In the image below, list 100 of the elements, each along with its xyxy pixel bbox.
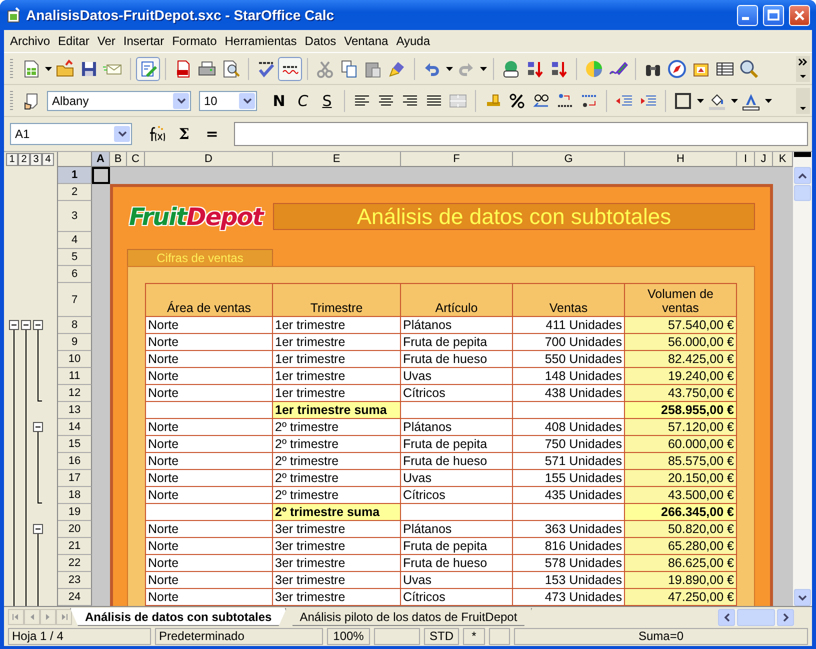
table-cell: Norte: [145, 572, 273, 589]
formula-button[interactable]: Σ: [172, 122, 196, 146]
menu-item[interactable]: Formato: [168, 34, 221, 48]
row-header[interactable]: 17: [58, 470, 92, 487]
menu-item[interactable]: Ver: [93, 34, 120, 48]
row-header[interactable]: 15: [58, 436, 92, 453]
font-name-field[interactable]: Albany: [47, 90, 191, 110]
collapse-button[interactable]: [9, 320, 19, 330]
formula-button[interactable]: =: [200, 122, 224, 146]
column-header[interactable]: A: [92, 152, 110, 167]
row-header[interactable]: 3: [58, 201, 92, 232]
row-header[interactable]: 24: [58, 589, 92, 606]
row-header[interactable]: 23: [58, 572, 92, 589]
row-header[interactable]: 18: [58, 487, 92, 504]
minimize-button[interactable]: [737, 4, 758, 26]
split-handle[interactable]: [794, 152, 811, 157]
row-header[interactable]: 6: [58, 266, 92, 283]
row-header[interactable]: 21: [58, 538, 92, 555]
collapse-button[interactable]: [33, 524, 43, 534]
menu-item[interactable]: Insertar: [119, 34, 168, 48]
scroll-left-button[interactable]: [718, 608, 735, 626]
row-header[interactable]: 2: [58, 184, 92, 201]
text-style-button[interactable]: N: [267, 88, 291, 112]
table-cell: 473 Unidades: [513, 589, 625, 606]
vertical-scrollbar[interactable]: [793, 152, 812, 606]
scroll-up-button[interactable]: [794, 167, 811, 184]
sum-display: Suma=0: [514, 628, 808, 645]
column-header[interactable]: K: [773, 152, 793, 167]
row-header[interactable]: 13: [58, 402, 92, 419]
more-tools-icon[interactable]: [796, 88, 810, 114]
row-header[interactable]: 19: [58, 504, 92, 521]
menu-item[interactable]: Herramientas: [220, 34, 301, 48]
scrollbar-thumb[interactable]: [737, 608, 775, 626]
row-header[interactable]: 16: [58, 453, 92, 470]
outline-level-button[interactable]: 3: [30, 153, 42, 166]
row-header[interactable]: 9: [58, 334, 92, 351]
column-header[interactable]: H: [625, 152, 737, 167]
column-header[interactable]: F: [401, 152, 513, 167]
status-field: [489, 628, 510, 645]
name-box[interactable]: A1: [10, 123, 132, 145]
more-tools-icon[interactable]: [796, 56, 810, 82]
table-cell: 363 Unidades: [513, 521, 625, 538]
column-heading: Trimestre: [273, 283, 401, 317]
outline-level-button[interactable]: 2: [18, 153, 30, 166]
column-header[interactable]: I: [737, 152, 755, 167]
select-all-corner[interactable]: [58, 152, 92, 167]
formula-input[interactable]: [234, 122, 808, 146]
outline-level-button[interactable]: 1: [6, 153, 18, 166]
maximize-button[interactable]: [763, 4, 784, 26]
sheet-tab[interactable]: Análisis de datos con subtotales: [70, 608, 287, 626]
sheet-tab[interactable]: Análisis piloto de los datos de FruitDepot: [284, 608, 532, 626]
row-header[interactable]: 7: [58, 283, 92, 317]
table-cell: 700 Unidades: [513, 334, 625, 351]
column-header[interactable]: D: [145, 152, 273, 167]
table-cell: 2º trimestre: [273, 453, 401, 470]
table-cell: 85.575,00 €: [625, 453, 737, 470]
row-header[interactable]: 8: [58, 317, 92, 334]
scrollbar-thumb[interactable]: [794, 185, 811, 201]
column-header[interactable]: B: [110, 152, 127, 167]
column-header[interactable]: J: [755, 152, 773, 167]
row-header[interactable]: 5: [58, 249, 92, 266]
row-header[interactable]: 22: [58, 555, 92, 572]
table-cell: Norte: [145, 317, 273, 334]
scroll-down-button[interactable]: [794, 589, 811, 606]
row-header[interactable]: 14: [58, 419, 92, 436]
row-header[interactable]: 4: [58, 232, 92, 249]
collapse-button[interactable]: [33, 422, 43, 432]
table-cell: 43.750,00 €: [625, 385, 737, 402]
column-header[interactable]: C: [127, 152, 145, 167]
menu-item[interactable]: Archivo: [6, 34, 54, 48]
menu-item[interactable]: Editar: [54, 34, 94, 48]
outline-level-button[interactable]: 4: [42, 153, 54, 166]
menu-item[interactable]: Ventana: [340, 34, 392, 48]
collapse-button[interactable]: [33, 320, 43, 330]
column-heading: Volumen de ventas: [625, 283, 737, 317]
scroll-right-button[interactable]: [777, 608, 794, 626]
column-header[interactable]: E: [273, 152, 401, 167]
row-header[interactable]: 20: [58, 521, 92, 538]
edit-file-icon[interactable]: [136, 56, 160, 80]
row-header[interactable]: 12: [58, 385, 92, 402]
horizontal-scrollbar[interactable]: [718, 608, 794, 626]
table-cell: 65.280,00 €: [625, 538, 737, 555]
row-header[interactable]: 10: [58, 351, 92, 368]
table-cell: 56.000,00 €: [625, 334, 737, 351]
status-field: [374, 628, 420, 645]
menu-item[interactable]: Datos: [300, 34, 340, 48]
menu-item[interactable]: Ayuda: [392, 34, 434, 48]
collapse-button[interactable]: [21, 320, 31, 330]
close-button[interactable]: [789, 4, 810, 26]
row-header[interactable]: 11: [58, 368, 92, 385]
text-style-button[interactable]: S: [315, 88, 339, 112]
table-cell: 578 Unidades: [513, 555, 625, 572]
logo: FruitDepot: [128, 202, 266, 232]
row-header[interactable]: 1: [58, 167, 92, 184]
text-style-button[interactable]: C: [291, 88, 315, 112]
column-header[interactable]: G: [513, 152, 625, 167]
font-size-field[interactable]: 10: [199, 90, 257, 110]
auto-spellcheck-icon[interactable]: [278, 56, 302, 80]
column-heading: Área de ventas: [145, 283, 273, 317]
table-cell: Uvas: [401, 470, 513, 487]
